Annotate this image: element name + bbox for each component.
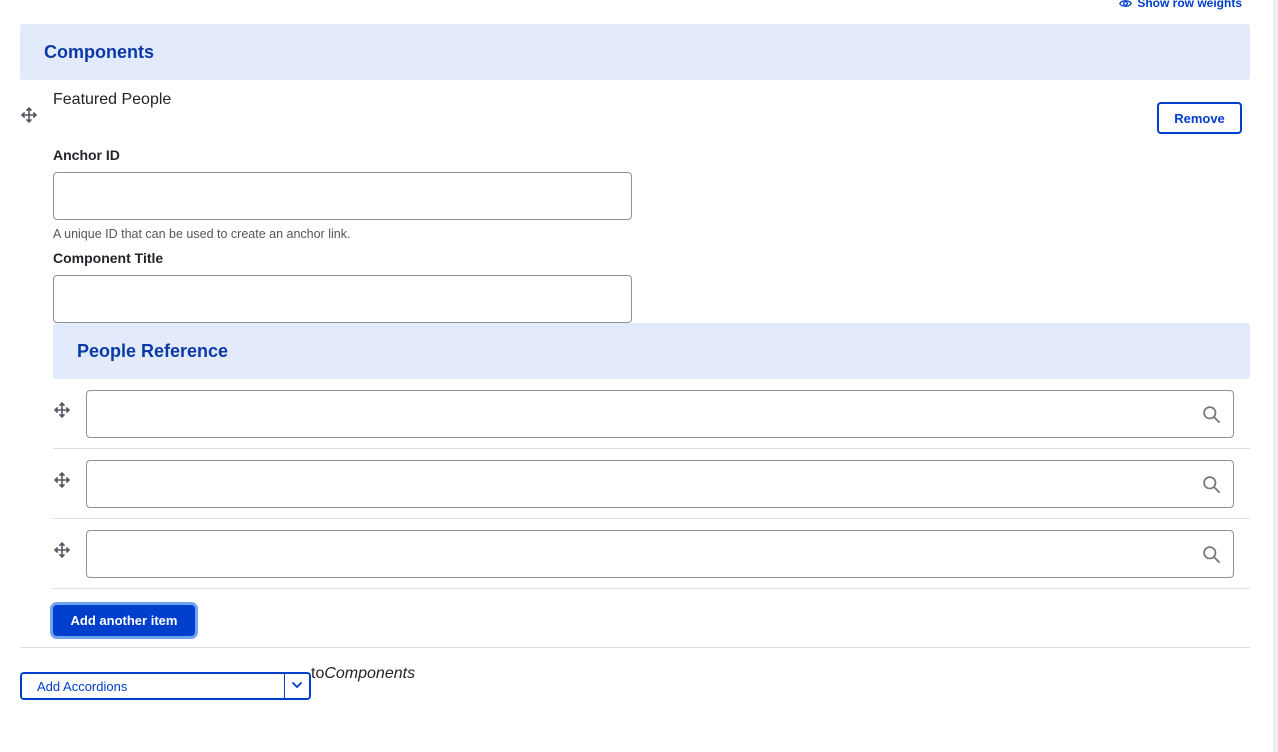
component-title-input[interactable] <box>53 275 632 323</box>
divider <box>20 647 1250 648</box>
drag-handle-icon[interactable] <box>53 401 71 419</box>
drag-handle-icon[interactable] <box>53 471 71 489</box>
featured-people-title: Featured People <box>53 91 172 108</box>
to-label: to <box>311 665 325 682</box>
show-row-weights-link[interactable]: Show row weights <box>1119 0 1242 10</box>
remove-button[interactable]: Remove <box>1157 102 1242 134</box>
anchor-id-label: Anchor ID <box>53 147 120 163</box>
add-accordions-button[interactable]: Add Accordions <box>22 674 284 698</box>
table-row <box>53 519 1250 589</box>
people-reference-input[interactable] <box>87 461 1233 507</box>
components-header: Components <box>20 24 1250 80</box>
search-icon <box>1202 405 1221 429</box>
people-reference-field <box>86 390 1234 438</box>
anchor-id-input[interactable] <box>53 172 632 220</box>
anchor-id-description: A unique ID that can be used to create a… <box>53 227 351 241</box>
add-target-text: toComponents <box>311 665 415 683</box>
eye-icon <box>1119 0 1133 10</box>
drag-handle-icon[interactable] <box>53 541 71 559</box>
component-title-label: Component Title <box>53 250 164 266</box>
people-reference-input[interactable] <box>87 531 1233 577</box>
show-row-weights-label: Show row weights <box>1137 0 1242 10</box>
add-component-split-button: Add Accordions <box>20 672 311 700</box>
scrollbar-track[interactable] <box>1273 0 1278 752</box>
people-reference-field <box>86 530 1234 578</box>
chevron-down-icon <box>291 679 303 694</box>
table-row <box>53 449 1250 519</box>
drag-handle-icon[interactable] <box>20 106 38 124</box>
people-reference-input[interactable] <box>87 391 1233 437</box>
people-reference-header: People Reference <box>53 323 1250 379</box>
target-label: Components <box>324 665 416 682</box>
people-reference-title: People Reference <box>77 340 229 361</box>
search-icon <box>1202 545 1221 569</box>
search-icon <box>1202 475 1221 499</box>
people-reference-field <box>86 460 1234 508</box>
table-row <box>53 379 1250 449</box>
add-options-toggle[interactable] <box>284 674 309 698</box>
add-another-item-button[interactable]: Add another item <box>53 605 195 636</box>
components-title: Components <box>44 41 154 62</box>
